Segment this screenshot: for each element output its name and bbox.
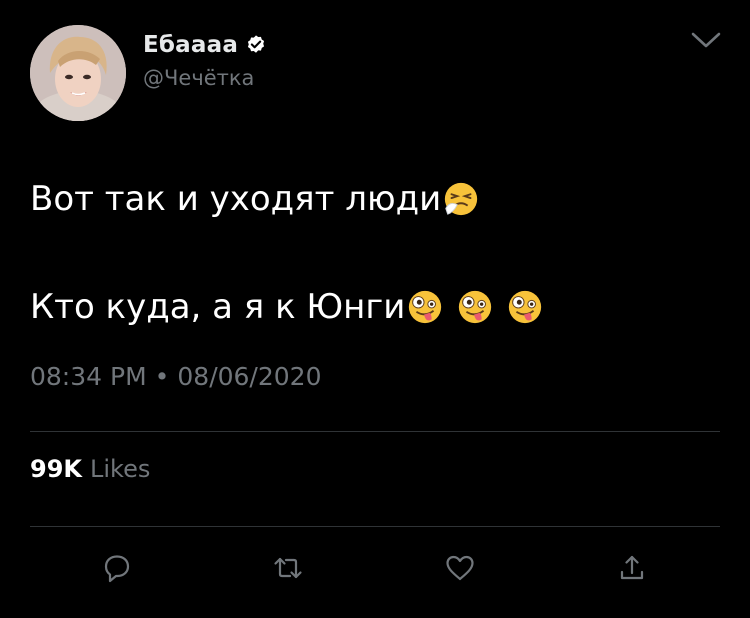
meta-separator: •	[154, 362, 170, 391]
chevron-down-icon[interactable]	[690, 30, 722, 52]
reply-icon[interactable]	[97, 548, 137, 588]
likes-label: Likes	[90, 455, 151, 483]
retweet-icon[interactable]	[268, 548, 308, 588]
name-row: Ебаааа	[143, 30, 267, 60]
display-name[interactable]: Ебаааа	[143, 32, 238, 58]
tweet-date: 08/06/2020	[177, 362, 322, 391]
likes-stat[interactable]: 99K Likes	[30, 455, 150, 483]
verified-badge-icon	[245, 34, 267, 56]
zany-face-emoji-icon	[406, 288, 444, 326]
user-handle[interactable]: @Чечётка	[143, 66, 267, 90]
tweet-timestamp[interactable]: 08:34 PM • 08/06/2020	[30, 362, 321, 391]
divider	[30, 431, 720, 432]
tweet-line-1: Вот так и уходят люди	[30, 172, 720, 226]
share-icon[interactable]	[612, 548, 652, 588]
tweet-author[interactable]: Ебаааа @Чечётка	[143, 30, 267, 90]
heart-icon[interactable]	[440, 548, 480, 588]
tweet-time: 08:34 PM	[30, 362, 147, 391]
tweet-text: Вот так и уходят люди Кто куда, а я к Юн…	[30, 172, 720, 334]
likes-count: 99K	[30, 455, 82, 483]
avatar-image	[30, 25, 126, 121]
tweet-line-2-text: Кто куда, а я к Юнги	[30, 287, 406, 327]
tweet-line-2: Кто куда, а я к Юнги	[30, 280, 720, 334]
tweet-line-1-text: Вот так и уходят люди	[30, 179, 442, 219]
sneezing-face-emoji-icon	[442, 180, 480, 218]
tweet-actions	[0, 548, 750, 596]
zany-face-emoji-icon	[456, 288, 494, 326]
zany-face-emoji-icon	[506, 288, 544, 326]
divider	[30, 526, 720, 527]
avatar[interactable]	[30, 25, 126, 121]
